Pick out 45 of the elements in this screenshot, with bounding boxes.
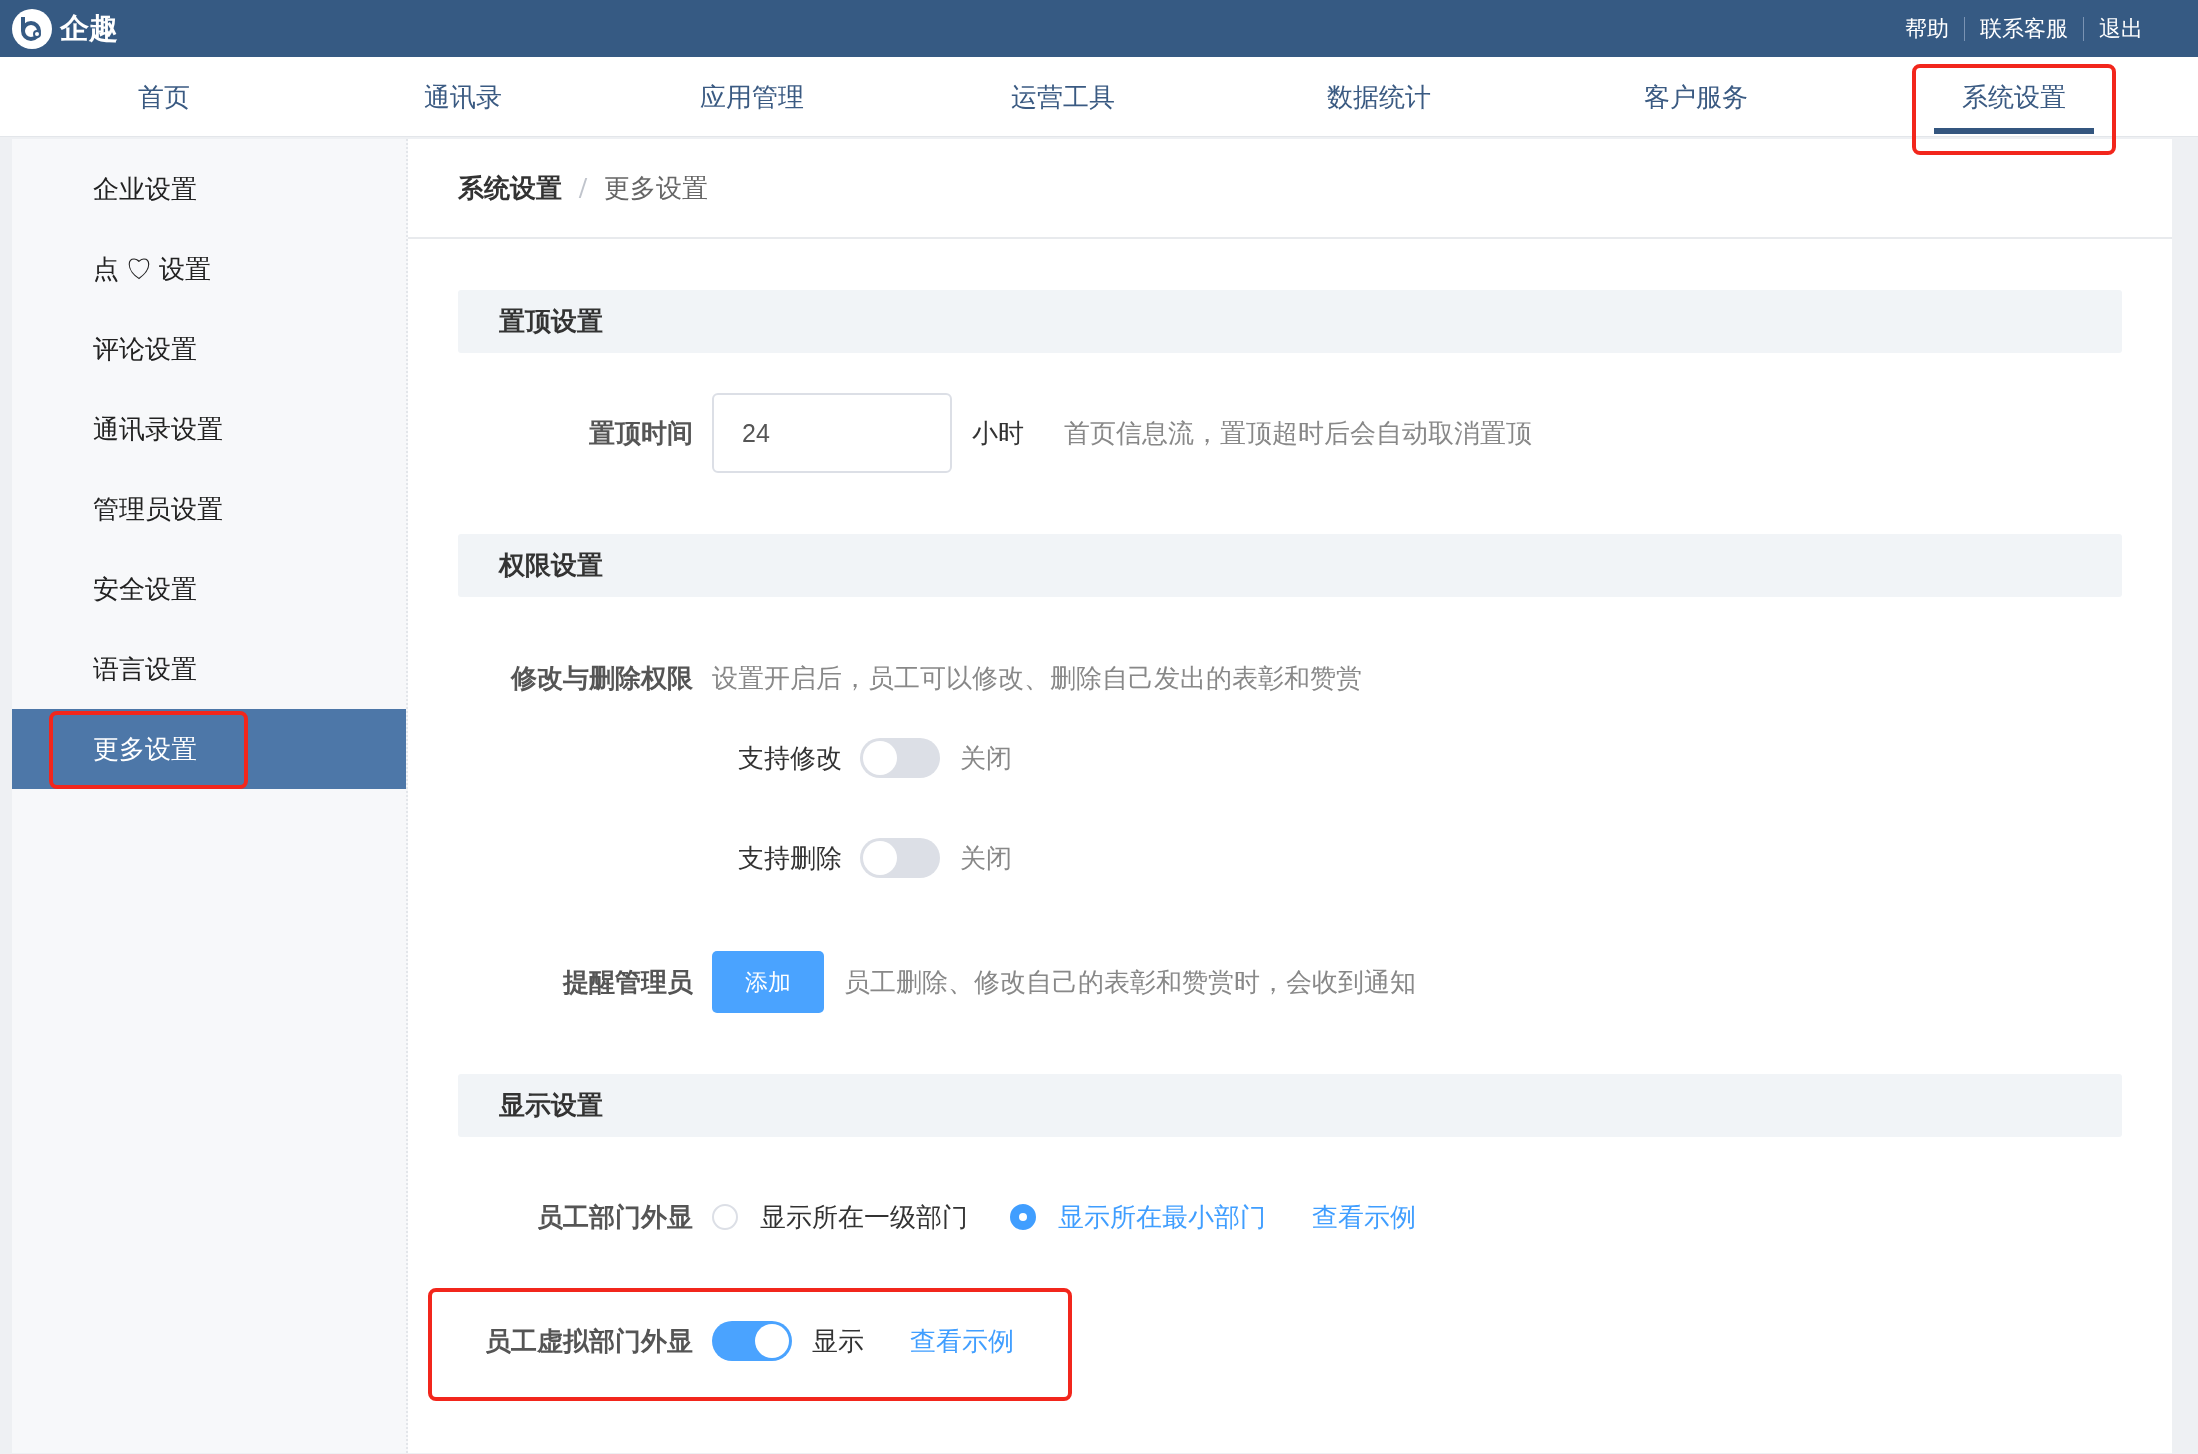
header-link[interactable]: 帮助 — [1890, 16, 1964, 41]
sidebar-item[interactable]: 点 ♡ 设置 — [12, 229, 406, 309]
sidebar-item[interactable]: 安全设置 — [12, 549, 406, 629]
description-text: 设置开启后，员工可以修改、删除自己发出的表彰和赞赏 — [712, 661, 1362, 695]
nav-tab[interactable]: 数据统计 — [1297, 57, 1461, 137]
nav-tab[interactable]: 应用管理 — [669, 57, 834, 137]
sidebar-item[interactable]: 评论设置 — [12, 309, 406, 389]
hint-text: 员工删除、修改自己的表彰和赞赏时，会收到通知 — [844, 965, 1416, 999]
status-text: 显示 — [812, 1324, 864, 1358]
nav-tab[interactable]: 运营工具 — [981, 57, 1145, 137]
sidebar-item[interactable]: 企业设置 — [12, 149, 406, 229]
field-label: 置顶时间 — [588, 416, 693, 450]
field-label: 修改与删除权限 — [509, 661, 693, 695]
status-text: 关闭 — [960, 841, 1012, 875]
input-field[interactable]: 24 — [712, 393, 952, 473]
field-label: 员工虚拟部门外显 — [484, 1324, 693, 1358]
nav-tab[interactable]: 系统设置 — [1932, 57, 2096, 137]
radio-option[interactable]: 显示所在一级部门 — [712, 1199, 968, 1235]
logo-icon — [12, 8, 52, 49]
brand-name: 企趣 — [60, 10, 118, 46]
field-label: 员工部门外显 — [536, 1200, 693, 1234]
nav-tab[interactable]: 通讯录 — [393, 57, 532, 137]
nav-tab[interactable]: 首页 — [107, 57, 220, 137]
header-link[interactable]: 退出 — [2083, 16, 2158, 41]
field-label: 提醒管理员 — [561, 965, 693, 999]
toggle-label: 支持删除 — [738, 841, 842, 875]
header-link[interactable]: 联系客服 — [1964, 16, 2083, 41]
status-text: 关闭 — [960, 741, 1012, 775]
breadcrumb-item: 更多设置 — [604, 171, 708, 205]
unit-text: 小时 — [972, 416, 1024, 450]
sidebar-item[interactable]: 语言设置 — [12, 629, 406, 709]
section-header: 显示设置 — [458, 1074, 2122, 1137]
sidebar-item[interactable]: 通讯录设置 — [12, 389, 406, 469]
radio-icon[interactable] — [1010, 1204, 1036, 1230]
section-header: 权限设置 — [458, 534, 2122, 597]
section-header: 置顶设置 — [458, 290, 2122, 353]
toggle-switch[interactable] — [712, 1321, 792, 1361]
toggle-switch[interactable] — [860, 738, 940, 778]
nav-tab[interactable]: 客户服务 — [1614, 57, 1778, 137]
sidebar-item[interactable]: 更多设置 — [12, 709, 406, 789]
toggle-label: 支持修改 — [738, 741, 842, 775]
breadcrumb-item[interactable]: 系统设置 — [458, 170, 562, 206]
sidebar-item[interactable]: 管理员设置 — [12, 469, 406, 549]
toggle-switch[interactable] — [860, 838, 940, 878]
hint-text: 首页信息流，置顶超时后会自动取消置顶 — [1064, 416, 1532, 450]
